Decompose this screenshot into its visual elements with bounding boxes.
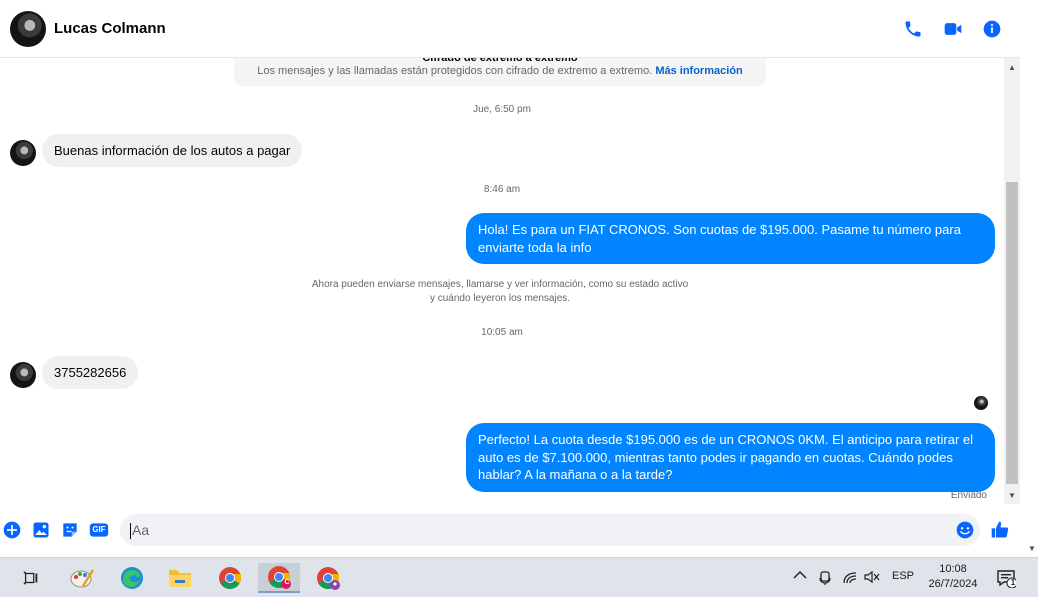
plus-icon[interactable]	[2, 520, 22, 540]
chat-scrollbar[interactable]: ▲ ▼	[1004, 58, 1020, 504]
message-composer: GIF Aa ▼	[0, 508, 1038, 553]
timestamp: 10:05 am	[481, 327, 523, 338]
notification-count: 1	[1010, 578, 1016, 587]
incoming-message[interactable]: 3755282656	[42, 356, 139, 389]
thumbs-up-icon[interactable]	[990, 520, 1010, 540]
gif-label: GIF	[92, 525, 106, 534]
wifi-icon[interactable]	[842, 570, 858, 584]
clock-time: 10:08	[939, 563, 967, 575]
chrome-icon[interactable]	[209, 563, 251, 593]
scrollbar-thumb[interactable]	[1006, 182, 1018, 484]
profile-badge: C	[284, 579, 290, 586]
contact-name[interactable]: Lucas Colmann	[54, 20, 166, 37]
windows-taskbar: C ESP 10:08 26/7/2024 1	[0, 557, 1038, 597]
message-list[interactable]: Cifrado de extremo a extremo Los mensaje…	[0, 58, 1004, 504]
conversation-header: Lucas Colmann	[0, 0, 1020, 58]
outgoing-message[interactable]: Perfecto! La cuota desde $195.000 es de …	[466, 423, 995, 492]
meet-now-icon[interactable]	[817, 570, 833, 586]
show-hidden-icons-icon[interactable]	[793, 570, 807, 580]
paint-icon[interactable]	[61, 563, 103, 593]
edge-icon[interactable]	[111, 563, 153, 593]
chrome-profile-2-icon[interactable]	[307, 563, 349, 593]
seen-avatar	[974, 396, 988, 410]
notification-center-icon[interactable]: 1	[996, 568, 1016, 588]
sticker-icon[interactable]	[60, 520, 80, 540]
file-explorer-icon[interactable]	[159, 563, 201, 593]
chrome-profile-c-icon[interactable]: C	[258, 563, 300, 593]
text-caret	[130, 523, 131, 540]
info-icon[interactable]	[980, 17, 1004, 41]
outgoing-message[interactable]: Hola! Es para un FIAT CRONOS. Son cuotas…	[466, 213, 995, 264]
sender-avatar[interactable]	[10, 140, 36, 166]
delivery-status: Enviado	[950, 490, 987, 501]
task-view-icon[interactable]	[10, 563, 52, 593]
language-indicator[interactable]: ESP	[892, 570, 914, 582]
gif-icon[interactable]: GIF	[89, 520, 109, 540]
scroll-down-arrow-icon[interactable]: ▼	[1004, 488, 1020, 502]
incoming-message[interactable]: Buenas información de los autos a pagar	[42, 134, 303, 167]
notice-line-1: Ahora pueden enviarse mensajes, llamarse…	[311, 279, 689, 290]
system-clock[interactable]: 10:08 26/7/2024	[918, 562, 988, 592]
resize-arrow-icon[interactable]: ▼	[1028, 544, 1036, 553]
timestamp: 8:46 am	[483, 184, 521, 195]
phone-icon[interactable]	[901, 17, 925, 41]
notice-line-2: y cuándo leyeron los mensajes.	[429, 293, 571, 304]
image-icon[interactable]	[31, 520, 51, 540]
input-placeholder: Aa	[132, 522, 150, 538]
volume-muted-icon[interactable]	[864, 570, 880, 584]
contact-avatar[interactable]	[10, 11, 46, 47]
sender-avatar[interactable]	[10, 362, 36, 388]
video-camera-icon[interactable]	[941, 17, 965, 41]
emoji-icon[interactable]	[955, 520, 975, 540]
encryption-banner: Cifrado de extremo a extremo Los mensaje…	[234, 58, 766, 86]
encryption-title: Cifrado de extremo a extremo	[422, 58, 578, 64]
clock-date: 26/7/2024	[928, 578, 978, 590]
scroll-up-arrow-icon[interactable]: ▲	[1004, 60, 1020, 74]
timestamp: Jue, 6:50 pm	[473, 104, 531, 115]
messenger-window: Lucas Colmann Cifrado de extremo a extre…	[0, 0, 1038, 557]
message-input[interactable]: Aa	[120, 514, 980, 546]
contact-notice: Ahora pueden enviarse mensajes, llamarse…	[250, 278, 750, 306]
